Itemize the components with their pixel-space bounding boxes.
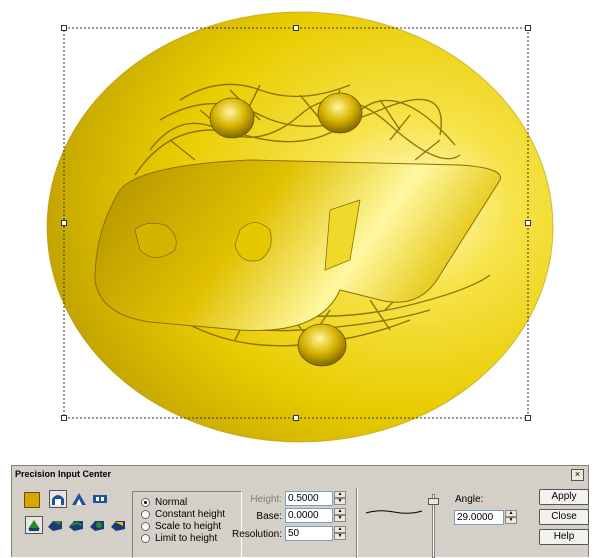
close-icon[interactable]: × [571, 469, 584, 481]
pyramid-tool-icon[interactable] [71, 491, 87, 507]
base-input[interactable]: 0.0000 [285, 508, 333, 523]
profile-tool-3-icon[interactable] [68, 517, 84, 533]
mode-radio-scale-to-height[interactable]: Scale to height [141, 521, 221, 532]
resolution-spinner[interactable]: ▲ ▼ [334, 526, 346, 541]
slider-thumb[interactable] [428, 498, 439, 505]
resize-handle-top-left[interactable] [61, 25, 67, 31]
mode-label-scale-to-height: Scale to height [155, 521, 222, 532]
resize-handle-bottom-center[interactable] [293, 415, 299, 421]
height-slider[interactable] [427, 494, 441, 558]
radio-selected-icon [141, 498, 150, 507]
height-label: Height: [250, 494, 282, 505]
base-label: Base: [256, 511, 282, 522]
radio-icon [141, 522, 150, 531]
divider [356, 488, 358, 558]
radio-icon [141, 534, 150, 543]
profile-tool-2-icon[interactable] [47, 517, 63, 533]
mode-radio-limit-to-height[interactable]: Limit to height [141, 533, 217, 544]
profile-curve-preview [365, 510, 423, 514]
angle-label: Angle: [455, 494, 484, 505]
resize-handle-middle-left[interactable] [61, 220, 67, 226]
relief-canvas[interactable] [0, 0, 600, 460]
resize-handle-bottom-right[interactable] [525, 415, 531, 421]
panel-title-bar: Precision Input Center × [13, 467, 587, 481]
profile-tool-4-icon[interactable] [89, 517, 105, 533]
color-swatch-button[interactable] [24, 492, 40, 508]
height-spinner[interactable]: ▲ ▼ [334, 491, 346, 506]
mode-label-normal: Normal [155, 497, 188, 508]
resize-handle-top-right[interactable] [525, 25, 531, 31]
close-button[interactable]: Close [539, 509, 589, 525]
resolution-label: Resolution: [231, 529, 282, 540]
resolution-input[interactable]: 50 [285, 526, 333, 541]
apply-button[interactable]: Apply [539, 489, 589, 505]
angle-spinner[interactable]: ▲ ▼ [505, 510, 517, 525]
profile-tool-5-icon[interactable] [110, 517, 126, 533]
mode-radio-normal[interactable]: Normal [141, 497, 187, 508]
resize-handle-top-center[interactable] [293, 25, 299, 31]
base-spinner[interactable]: ▲ ▼ [334, 508, 346, 523]
mode-label-limit-to-height: Limit to height [155, 533, 218, 544]
precision-input-panel: Precision Input Center × Normal Constant… [11, 465, 589, 558]
dome-tool-icon[interactable] [49, 490, 67, 508]
mode-label-constant-height: Constant height [155, 509, 226, 520]
profile-tool-1-icon[interactable] [25, 516, 43, 534]
radio-icon [141, 510, 150, 519]
flat-tool-icon[interactable] [92, 491, 108, 507]
resize-handle-middle-right[interactable] [525, 220, 531, 226]
angle-input[interactable]: 29.0000 [454, 510, 504, 525]
panel-title: Precision Input Center [15, 469, 112, 479]
mode-radio-constant-height[interactable]: Constant height [141, 509, 225, 520]
height-input[interactable]: 0.5000 [285, 491, 333, 506]
help-button[interactable]: Help [539, 529, 589, 545]
resize-handle-bottom-left[interactable] [61, 415, 67, 421]
